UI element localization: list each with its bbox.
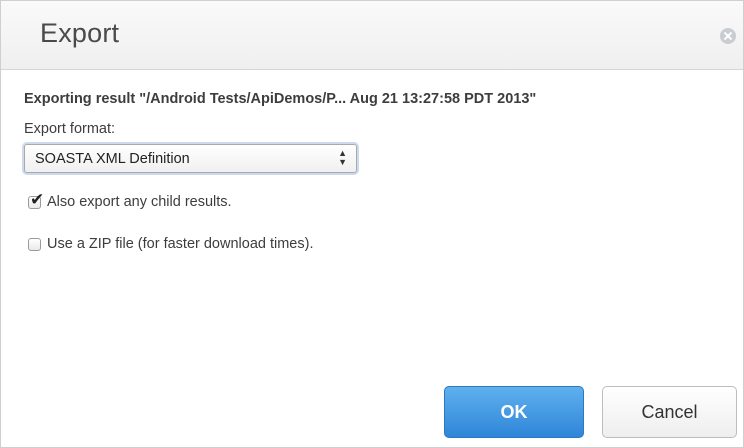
ok-button[interactable]: OK xyxy=(444,386,584,438)
export-format-select[interactable]: SOASTA XML Definition ▲ ▼ xyxy=(24,144,357,173)
checkmark-icon: ✔ xyxy=(30,189,45,210)
export-format-value: SOASTA XML Definition xyxy=(35,151,190,167)
close-icon[interactable] xyxy=(720,28,736,44)
child-results-label: Also export any child results. xyxy=(47,194,232,210)
child-results-option[interactable]: ✔ Also export any child results. xyxy=(28,190,232,212)
export-format-label: Export format: xyxy=(24,121,116,137)
zip-file-option[interactable]: Use a ZIP file (for faster download time… xyxy=(28,234,313,254)
dialog-title: Export xyxy=(40,18,120,48)
child-results-checkbox[interactable]: ✔ xyxy=(28,190,44,210)
zip-file-label: Use a ZIP file (for faster download time… xyxy=(47,236,314,252)
export-dialog: Export Exporting result "/Android Tests/… xyxy=(0,0,744,448)
dialog-title-bar: Export xyxy=(1,1,743,70)
zip-file-checkbox[interactable] xyxy=(28,237,41,251)
cancel-button[interactable]: Cancel xyxy=(602,386,737,438)
exporting-result-text: Exporting result "/Android Tests/ApiDemo… xyxy=(24,91,537,107)
select-arrows-icon: ▲ ▼ xyxy=(338,148,347,167)
